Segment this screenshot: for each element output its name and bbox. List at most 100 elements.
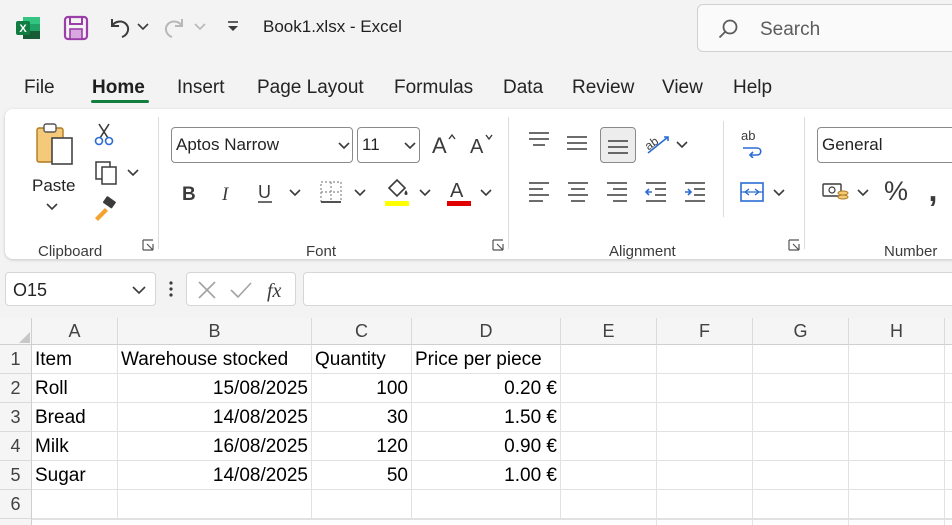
cell-b2[interactable]: 15/08/2025 [118,374,312,403]
cell-c1[interactable]: Quantity [312,345,412,374]
row-header[interactable]: 6 [0,490,32,519]
tab-review[interactable]: Review [572,77,634,99]
cell-a1[interactable]: Item [32,345,118,374]
bold-icon[interactable]: B [177,179,201,207]
increase-indent-icon[interactable] [681,177,709,205]
cell-c5[interactable]: 50 [312,461,412,490]
percent-style-icon[interactable]: % [881,175,911,207]
cell-d5[interactable]: 1.00 € [412,461,561,490]
font-size-dropdown[interactable]: 11 [357,127,420,163]
cell-b1[interactable]: Warehouse stocked [118,345,312,374]
align-left-icon[interactable] [525,177,553,205]
cell-c6[interactable] [312,490,412,519]
tab-view[interactable]: View [662,77,703,99]
fill-color-dropdown-chevron-icon[interactable] [418,187,432,199]
empty-row-region[interactable] [32,519,952,525]
merge-center-icon[interactable] [737,177,767,207]
cell-d6[interactable] [412,490,561,519]
copy-dropdown-chevron-icon[interactable] [126,167,140,179]
search-box[interactable]: Search [697,4,952,52]
tab-data[interactable]: Data [503,77,543,99]
decrease-indent-icon[interactable] [642,177,670,205]
customize-quick-access-icon[interactable] [224,18,242,36]
tab-formulas[interactable]: Formulas [394,77,473,99]
row-header[interactable]: 4 [0,432,32,461]
enter-check-icon[interactable] [229,280,253,300]
number-format-dropdown[interactable]: General [817,127,952,163]
column-header-e[interactable]: E [561,318,657,345]
save-icon[interactable] [62,14,90,42]
column-header-f[interactable]: F [657,318,753,345]
row-header[interactable]: 3 [0,403,32,432]
cell-b5[interactable]: 14/08/2025 [118,461,312,490]
tab-file[interactable]: File [24,77,55,99]
comma-style-icon[interactable]: , [921,172,945,208]
cell-d2[interactable]: 0.20 € [412,374,561,403]
row-header[interactable]: 1 [0,345,32,374]
italic-icon[interactable]: I [215,179,239,207]
select-all-corner[interactable] [0,318,32,345]
decrease-font-size-icon[interactable]: A [467,129,497,159]
row-header[interactable]: 5 [0,461,32,490]
name-box[interactable]: O15 [5,272,156,306]
cell-b3[interactable]: 14/08/2025 [118,403,312,432]
cell-a2[interactable]: Roll [32,374,118,403]
empty-cells-region[interactable] [561,345,952,525]
cell-c3[interactable]: 30 [312,403,412,432]
tab-page-layout[interactable]: Page Layout [257,77,364,99]
orientation-dropdown-chevron-icon[interactable] [675,139,689,151]
align-right-icon[interactable] [603,177,631,205]
cut-icon[interactable] [91,121,117,147]
cell-a5[interactable]: Sugar [32,461,118,490]
increase-font-size-icon[interactable]: A [429,129,459,159]
paste-label[interactable]: Paste [32,176,75,196]
alignment-dialog-launcher-icon[interactable] [788,238,800,251]
bottom-align-icon[interactable] [600,127,636,163]
redo-dropdown-chevron-icon[interactable] [193,20,207,34]
column-header-d[interactable]: D [412,318,561,345]
cell-a6[interactable] [32,490,118,519]
formula-input[interactable] [303,272,952,306]
cancel-icon[interactable] [197,280,217,300]
column-header-c[interactable]: C [312,318,412,345]
cell-c2[interactable]: 100 [312,374,412,403]
column-header-g[interactable]: G [753,318,849,345]
cell-d4[interactable]: 0.90 € [412,432,561,461]
underline-icon[interactable]: U [253,179,277,207]
tab-home[interactable]: Home [92,77,145,99]
format-painter-icon[interactable] [91,195,119,223]
accounting-dropdown-chevron-icon[interactable] [856,187,870,199]
accounting-format-icon[interactable] [820,177,852,207]
fill-color-icon[interactable] [382,175,412,209]
row-header[interactable]: 2 [0,374,32,403]
orientation-icon[interactable]: ab [643,129,673,159]
underline-dropdown-chevron-icon[interactable] [288,187,302,199]
merge-dropdown-chevron-icon[interactable] [772,187,786,199]
tab-insert[interactable]: Insert [177,77,225,99]
column-header-h[interactable]: H [849,318,945,345]
paste-dropdown-chevron-icon[interactable] [45,201,59,213]
column-header-a[interactable]: A [32,318,118,345]
top-align-icon[interactable] [525,127,553,155]
cell-b6[interactable] [118,490,312,519]
wrap-text-icon[interactable]: ab [737,127,767,159]
middle-align-icon[interactable] [563,129,591,157]
cell-d1[interactable]: Price per piece [412,345,561,374]
redo-icon[interactable] [160,13,190,43]
cell-a4[interactable]: Milk [32,432,118,461]
chevron-down-icon[interactable] [132,286,146,295]
cell-d3[interactable]: 1.50 € [412,403,561,432]
cell-a3[interactable]: Bread [32,403,118,432]
tab-help[interactable]: Help [733,77,772,99]
font-name-dropdown[interactable]: Aptos Narrow [171,127,353,163]
insert-function-icon[interactable]: fx [265,277,293,303]
undo-dropdown-chevron-icon[interactable] [136,20,150,34]
copy-icon[interactable] [91,159,121,187]
borders-dropdown-chevron-icon[interactable] [353,187,367,199]
align-center-icon[interactable] [564,177,592,205]
column-header-b[interactable]: B [118,318,312,345]
paste-icon[interactable] [33,121,79,169]
cell-b4[interactable]: 16/08/2025 [118,432,312,461]
font-color-dropdown-chevron-icon[interactable] [479,187,493,199]
clipboard-dialog-launcher-icon[interactable] [142,238,154,251]
